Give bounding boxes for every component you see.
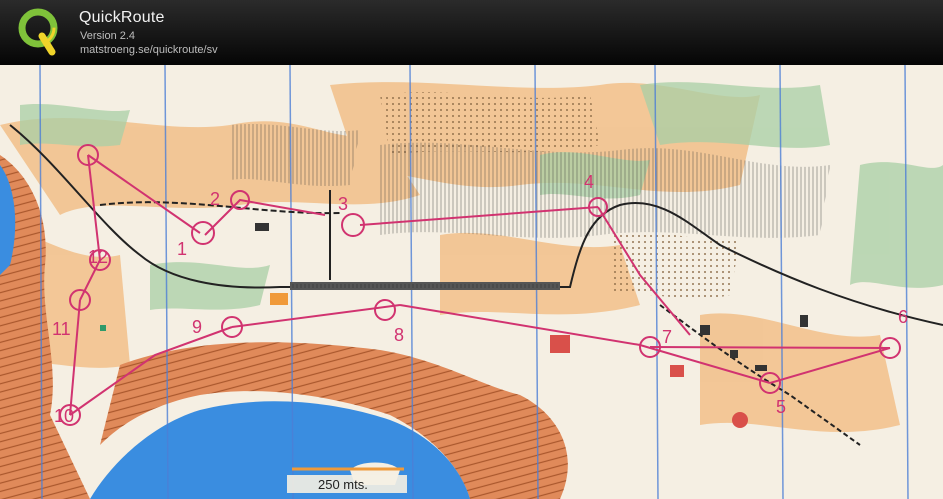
control-number-6: 6: [898, 307, 908, 327]
control-number-8: 8: [394, 325, 404, 345]
control-number-1: 1: [177, 239, 187, 259]
app-version: Version 2.4: [80, 30, 136, 42]
control-number-9: 9: [192, 317, 202, 337]
control-number-11: 11: [52, 319, 71, 339]
app-title: QuickRoute: [79, 9, 165, 26]
app-url: matstroeng.se/quickroute/sv: [80, 44, 218, 56]
control-number-5: 5: [776, 397, 786, 417]
control-number-3: 3: [338, 194, 348, 214]
scale-label: 250 mts.: [318, 477, 368, 492]
control-number-2: 2: [210, 189, 220, 209]
control-number-10: 10: [54, 406, 74, 426]
control-number-4: 4: [584, 172, 594, 192]
control-number-12: 12: [88, 247, 108, 267]
quickroute-logo-icon: [18, 8, 58, 56]
app-header: QuickRoute Version 2.4 matstroeng.se/qui…: [0, 0, 943, 65]
control-number-7: 7: [662, 327, 672, 347]
railway: [290, 282, 560, 290]
orienteering-map[interactable]: 1 2 3 4 5 6 7 8 9 10 11 12 250 mts.: [0, 65, 943, 499]
